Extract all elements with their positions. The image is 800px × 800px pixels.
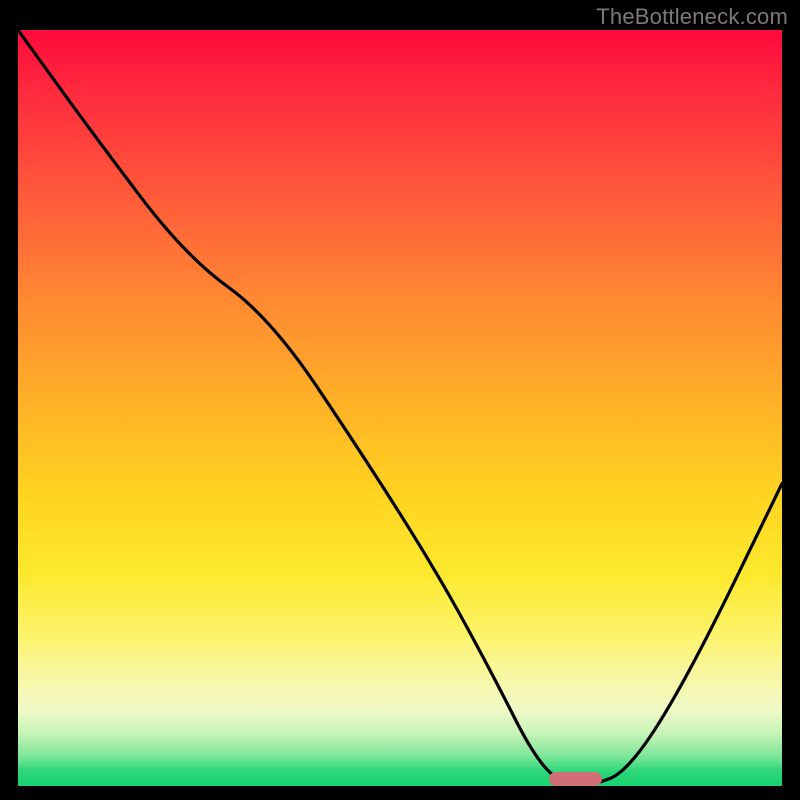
line-curve xyxy=(18,30,782,786)
plot-area xyxy=(18,30,782,786)
chart-frame: TheBottleneck.com xyxy=(0,0,800,800)
watermark-text: TheBottleneck.com xyxy=(596,4,788,30)
trough-marker xyxy=(549,772,602,786)
